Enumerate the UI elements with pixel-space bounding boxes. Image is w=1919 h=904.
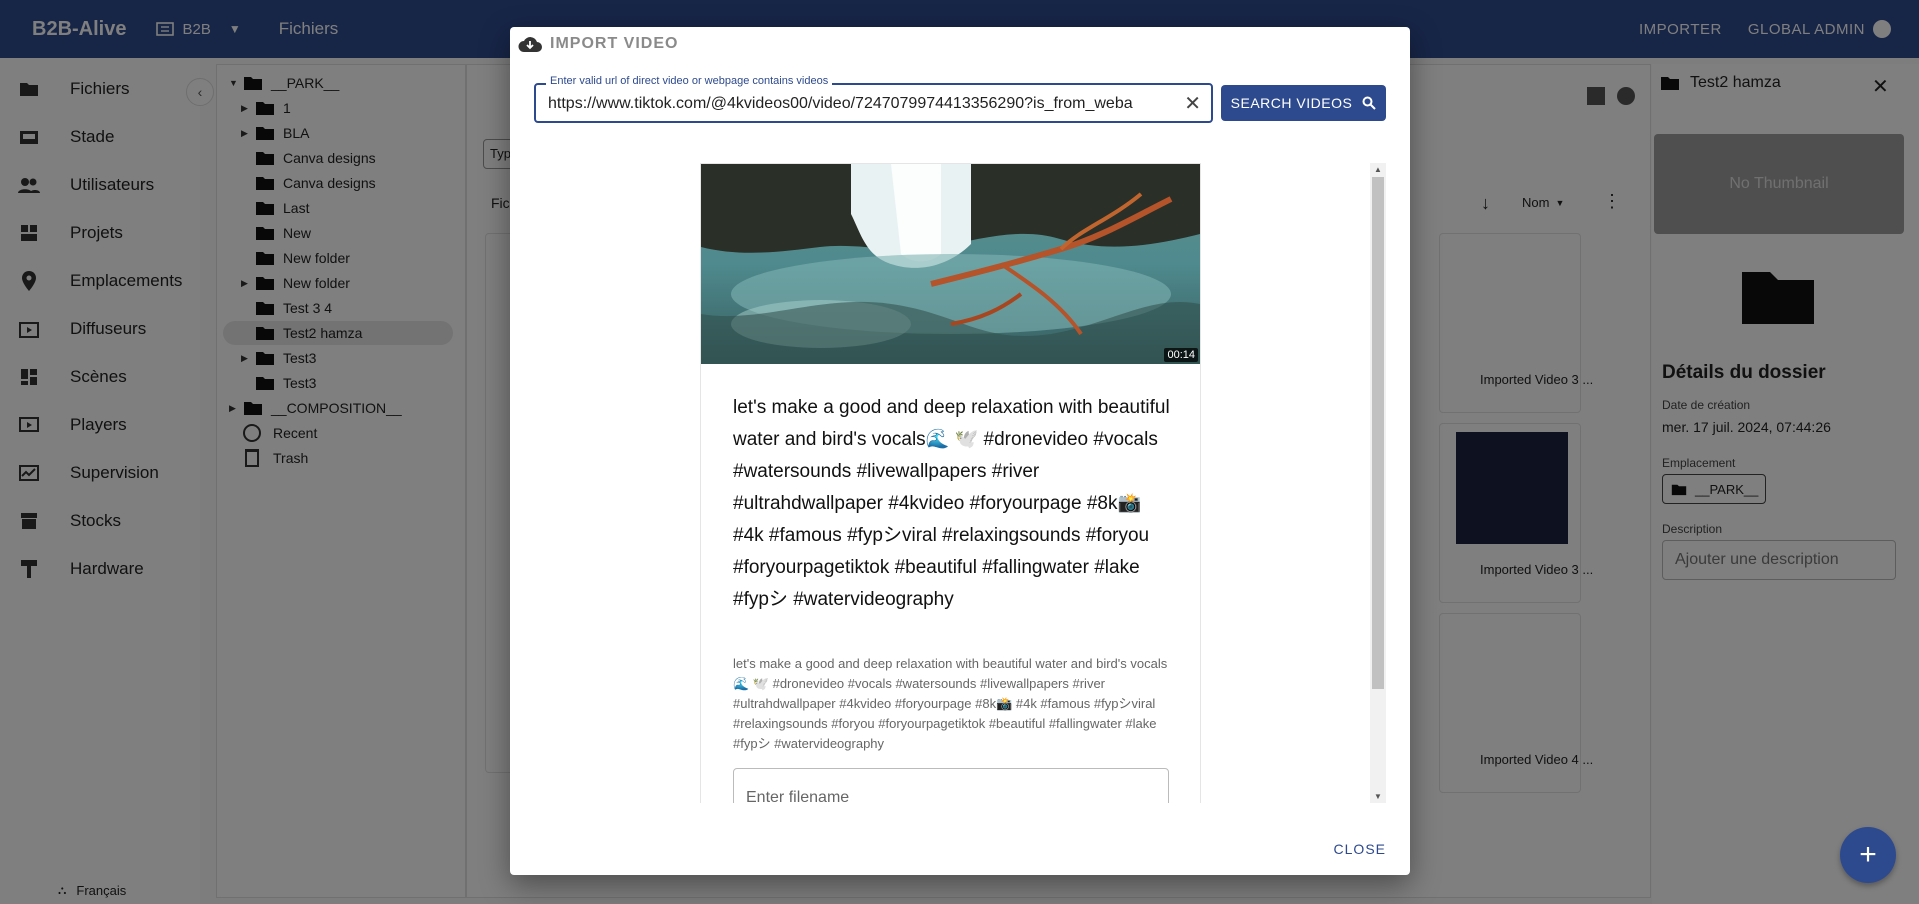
video-results: 00:14 let's make a good and deep relaxat… [534, 163, 1386, 803]
search-icon [1362, 96, 1377, 110]
filename-input[interactable] [733, 768, 1169, 803]
cloud-download-icon [518, 37, 542, 52]
video-description: let's make a good and deep relaxation wi… [733, 656, 1168, 751]
scroll-down-arrow-icon[interactable]: ▼ [1374, 792, 1382, 801]
video-duration: 00:14 [1164, 348, 1198, 362]
dialog-header: IMPORT VIDEO [518, 35, 678, 53]
results-scrollbar[interactable]: ▲ ▼ [1370, 163, 1386, 803]
url-input[interactable] [548, 93, 1158, 115]
search-videos-button[interactable]: SEARCH VIDEOS [1221, 85, 1386, 121]
plus-icon: + [1859, 838, 1877, 871]
dialog-title: IMPORT VIDEO [550, 35, 679, 52]
url-field[interactable]: Enter valid url of direct video or webpa… [534, 75, 1213, 123]
scrollbar-thumb[interactable] [1372, 177, 1384, 689]
waterfall-thumbnail-image [701, 164, 1200, 364]
url-field-label: Enter valid url of direct video or webpa… [546, 75, 833, 87]
video-title: let's make a good and deep relaxation wi… [733, 397, 1170, 610]
clear-icon[interactable]: ✕ [1184, 93, 1201, 115]
video-result-card: 00:14 let's make a good and deep relaxat… [700, 163, 1201, 803]
search-videos-label: SEARCH VIDEOS [1230, 95, 1353, 111]
scroll-up-arrow-icon[interactable]: ▲ [1374, 165, 1382, 174]
import-video-dialog: IMPORT VIDEO Enter valid url of direct v… [510, 27, 1410, 875]
add-fab-button[interactable]: + [1840, 827, 1896, 883]
video-thumbnail[interactable]: 00:14 [701, 164, 1200, 364]
close-button[interactable]: CLOSE [1334, 841, 1386, 857]
